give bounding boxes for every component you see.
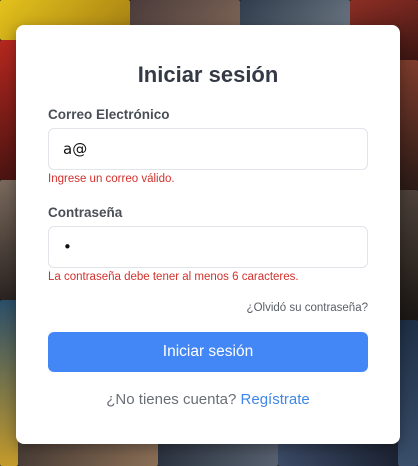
email-error-message: Ingrese un correo válido. [48, 173, 175, 185]
forgot-password-link[interactable]: ¿Olvidó su contraseña? [247, 302, 368, 314]
signup-prompt-text: ¿No tienes cuenta? [106, 391, 237, 408]
login-card: Iniciar sesión Correo Electrónico Ingres… [16, 25, 400, 444]
background-poster [398, 320, 418, 466]
password-error-message: La contraseña debe tener al menos 6 cara… [48, 271, 299, 283]
password-label: Contraseña [48, 205, 123, 220]
background-poster [398, 60, 418, 190]
email-label: Correo Electrónico [48, 107, 170, 122]
signup-link[interactable]: Regístrate [241, 391, 310, 408]
login-button[interactable]: Iniciar sesión [48, 332, 368, 372]
password-field[interactable] [48, 226, 368, 268]
background-poster [398, 190, 418, 320]
signup-prompt: ¿No tienes cuenta? Regístrate [16, 391, 400, 408]
email-field[interactable] [48, 128, 368, 170]
page-title: Iniciar sesión [137, 62, 279, 87]
